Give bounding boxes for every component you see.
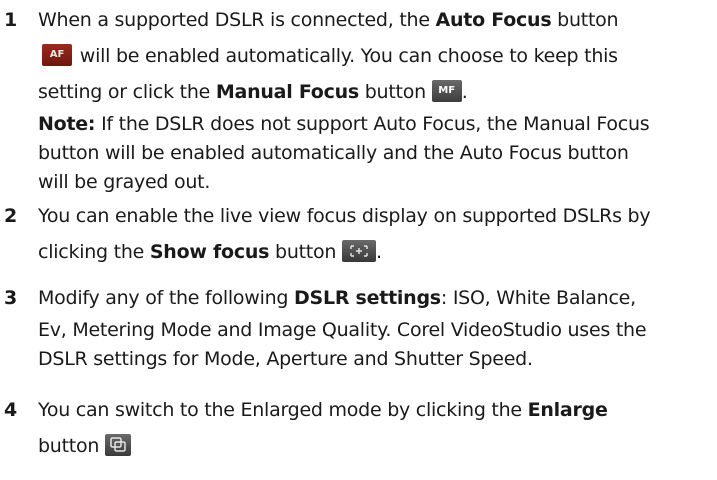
step-text: You can enable the live view focus displ… bbox=[38, 198, 716, 270]
text: DSLR settings for Mode, Aperture and Shu… bbox=[38, 348, 533, 370]
step-number: 1 bbox=[4, 9, 18, 31]
dslr-settings-term: DSLR settings bbox=[294, 287, 441, 309]
text: button bbox=[38, 435, 105, 457]
note-text: will be grayed out. bbox=[38, 171, 211, 193]
auto-focus-term: Auto Focus bbox=[435, 9, 552, 31]
text: clicking the bbox=[38, 241, 150, 263]
text: button bbox=[551, 9, 619, 31]
show-focus-icon bbox=[341, 239, 376, 262]
enlarge-term: Enlarge bbox=[527, 399, 608, 421]
text: will be enabled automatically. You can c… bbox=[74, 45, 618, 67]
step-text: You can switch to the Enlarged mode by c… bbox=[38, 392, 716, 464]
step-number: 3 bbox=[4, 287, 18, 309]
text: . bbox=[375, 241, 382, 263]
text: : ISO, White Balance, bbox=[440, 287, 636, 309]
step-text: Modify any of the following DSLR setting… bbox=[38, 280, 716, 374]
note-text: If the DSLR does not support Auto Focus,… bbox=[95, 113, 650, 135]
step-text: When a supported DSLR is connected, the … bbox=[38, 2, 716, 197]
text: Ev, Metering Mode and Image Quality. Cor… bbox=[38, 319, 647, 341]
text: When a supported DSLR is connected, the bbox=[38, 9, 436, 31]
enlarge-icon bbox=[104, 433, 131, 456]
show-focus-term: Show focus bbox=[149, 241, 270, 263]
text: Modify any of the following bbox=[38, 287, 294, 309]
manual-focus-term: Manual Focus bbox=[215, 81, 359, 103]
note-text: button will be enabled automatically and… bbox=[38, 142, 629, 164]
note-label: Note: bbox=[38, 113, 96, 135]
text: You can enable the live view focus displ… bbox=[38, 205, 651, 227]
text: button bbox=[358, 81, 432, 103]
text: setting or click the bbox=[38, 81, 216, 103]
step-number: 4 bbox=[4, 399, 18, 421]
text: . bbox=[461, 81, 468, 103]
step-number: 2 bbox=[4, 205, 18, 227]
text: You can switch to the Enlarged mode by c… bbox=[38, 399, 528, 421]
manual-page: 1 When a supported DSLR is connected, th… bbox=[0, 0, 717, 480]
text: button bbox=[269, 241, 342, 263]
manual-focus-icon: MF bbox=[431, 79, 462, 102]
auto-focus-icon: AF bbox=[42, 43, 72, 66]
